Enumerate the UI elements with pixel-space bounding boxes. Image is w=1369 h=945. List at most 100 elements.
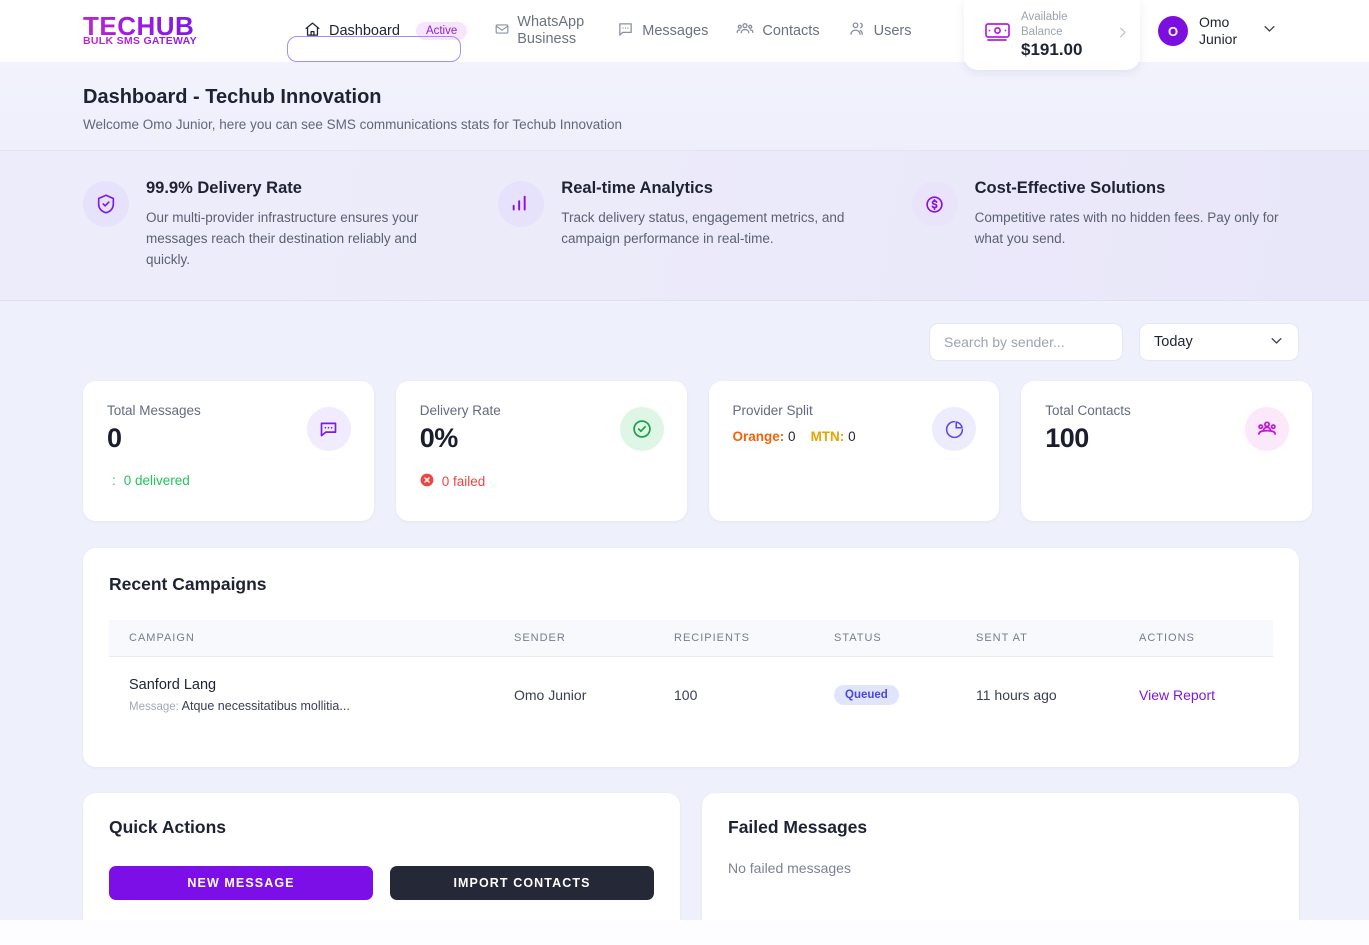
feature-title: Real-time Analytics bbox=[561, 179, 713, 197]
delivered-count: 0 delivered bbox=[123, 473, 190, 489]
nav-label-messages: Messages bbox=[642, 22, 709, 39]
available-balance-card[interactable]: Available Balance $191.00 bbox=[964, 0, 1140, 70]
nav-label-contacts: Contacts bbox=[762, 22, 820, 39]
footer-strip bbox=[0, 920, 1369, 945]
feature-title: Cost-Effective Solutions bbox=[974, 179, 1166, 197]
stat-card-total-messages: Total Messages 0 : 0 delivered bbox=[83, 381, 374, 522]
column-status: STATUS bbox=[814, 620, 956, 658]
date-range-value: Today bbox=[1154, 334, 1193, 351]
balance-texts: Available Balance $191.00 bbox=[1021, 10, 1106, 59]
group-icon bbox=[1245, 407, 1289, 452]
failed-messages-empty: No failed messages bbox=[728, 860, 851, 877]
nav-item-whatsapp-business[interactable]: WhatsApp Business bbox=[481, 0, 603, 62]
bar-chart-icon bbox=[498, 181, 545, 227]
cell-recipients: 100 bbox=[674, 687, 698, 704]
campaign-message: Message: Atque necessitatibus mollitia..… bbox=[129, 699, 494, 713]
column-actions: ACTIONS bbox=[1119, 620, 1273, 658]
stat-card-total-contacts: Total Contacts 100 bbox=[1021, 381, 1312, 522]
brand-tagline: BULK SMS GATEWAY bbox=[83, 35, 197, 47]
feature-realtime-analytics: Real-time Analytics Track delivery statu… bbox=[498, 179, 911, 249]
view-report-link[interactable]: View Report bbox=[1139, 687, 1215, 703]
column-recipients: RECIPIENTS bbox=[654, 620, 814, 658]
nav-item-users[interactable]: Users bbox=[834, 0, 926, 62]
user-menu[interactable]: O Omo Junior bbox=[1152, 6, 1287, 56]
nav-item-contacts[interactable]: Contacts bbox=[722, 0, 833, 62]
column-sent-at: SENT AT bbox=[956, 620, 1119, 658]
nav-item-messages[interactable]: Messages bbox=[603, 0, 722, 62]
feature-desc: Track delivery status, engagement metric… bbox=[561, 210, 845, 247]
nav-label-users: Users bbox=[873, 22, 912, 39]
balance-label: Available Balance bbox=[1021, 11, 1068, 38]
quick-actions-buttons: NEW MESSAGE IMPORT CONTACTS bbox=[109, 866, 654, 901]
delivered-glyph: : bbox=[112, 473, 116, 489]
quick-actions-card: Quick Actions NEW MESSAGE IMPORT CONTACT… bbox=[83, 793, 680, 920]
failed-messages-card: Failed Messages No failed messages bbox=[702, 793, 1299, 920]
cell-actions: View Report bbox=[1119, 657, 1273, 734]
failed-messages-title: Failed Messages bbox=[728, 817, 868, 838]
table-row[interactable]: Sanford Lang Message: Atque necessitatib… bbox=[109, 657, 1273, 734]
date-range-select[interactable]: Today bbox=[1139, 323, 1299, 362]
new-message-button[interactable]: NEW MESSAGE bbox=[109, 866, 373, 901]
cell-status: Queued bbox=[814, 657, 956, 734]
message-preview: Atque necessitatibus mollitia... bbox=[181, 699, 350, 714]
recent-campaigns-card: Recent Campaigns CAMPAIGN SENDER RECIPIE… bbox=[83, 548, 1299, 768]
active-tab-indicator bbox=[287, 36, 461, 62]
status-badge: Queued bbox=[834, 685, 899, 706]
cell-sender: Omo Junior bbox=[514, 687, 587, 704]
import-contacts-button[interactable]: IMPORT CONTACTS bbox=[390, 866, 654, 901]
provider-orange-value: 0 bbox=[788, 429, 796, 445]
search-input[interactable] bbox=[929, 323, 1123, 362]
chevron-down-icon bbox=[1269, 333, 1284, 352]
contacts-icon bbox=[736, 20, 754, 42]
avatar: O bbox=[1158, 16, 1188, 46]
campaigns-table: CAMPAIGN SENDER RECIPIENTS STATUS SENT A… bbox=[109, 620, 1273, 733]
page-title: Dashboard - Techub Innovation bbox=[83, 86, 382, 108]
cell-sent-at: 11 hours ago bbox=[976, 687, 1057, 704]
provider-mtn-label: MTN: bbox=[810, 429, 845, 445]
dollar-circle-icon bbox=[911, 181, 958, 227]
shield-check-icon bbox=[83, 181, 129, 227]
feature-title: 99.9% Delivery Rate bbox=[146, 179, 302, 197]
pie-chart-icon bbox=[932, 407, 977, 452]
recent-campaigns-title: Recent Campaigns bbox=[109, 574, 267, 595]
feature-desc: Competitive rates with no hidden fees. P… bbox=[974, 210, 1279, 247]
feature-delivery-rate: 99.9% Delivery Rate Our multi-provider i… bbox=[83, 179, 498, 270]
provider-orange-label: Orange: bbox=[732, 429, 785, 445]
stat-footer: 0 failed bbox=[420, 473, 486, 490]
stat-card-delivery-rate: Delivery Rate 0% 0 failed bbox=[395, 381, 687, 522]
nav-label-whatsapp-business: WhatsApp Business bbox=[517, 14, 585, 47]
stat-cards: Total Messages 0 : 0 delivered Delivery … bbox=[0, 361, 1369, 522]
stat-card-provider-split: Provider Split Orange: 0 MTN: 0 bbox=[708, 381, 1000, 522]
page-header: Dashboard - Techub Innovation Welcome Om… bbox=[0, 62, 1369, 151]
banknote-icon bbox=[984, 21, 1012, 50]
chevron-down-icon bbox=[1262, 21, 1277, 41]
chevron-right-icon bbox=[1115, 25, 1130, 45]
mail-icon bbox=[495, 22, 509, 40]
chat-icon bbox=[617, 21, 634, 42]
table-header-row: CAMPAIGN SENDER RECIPIENTS STATUS SENT A… bbox=[109, 620, 1273, 658]
message-bubble-icon bbox=[306, 407, 351, 452]
feature-desc: Our multi-provider infrastructure ensure… bbox=[146, 210, 419, 268]
check-circle-icon bbox=[619, 407, 664, 452]
brand-logo[interactable]: TECHUB BULK SMS GATEWAY bbox=[83, 13, 197, 47]
x-circle-icon bbox=[420, 473, 434, 490]
feature-cost-effective: Cost-Effective Solutions Competitive rat… bbox=[911, 179, 1309, 249]
provider-mtn-value: 0 bbox=[848, 429, 856, 445]
page-subtitle: Welcome Omo Junior, here you can see SMS… bbox=[83, 117, 623, 132]
failed-count: 0 failed bbox=[441, 474, 486, 490]
bottom-row: Quick Actions NEW MESSAGE IMPORT CONTACT… bbox=[0, 767, 1369, 920]
stat-footer: : 0 delivered bbox=[107, 473, 190, 488]
campaign-name: Sanford Lang bbox=[129, 677, 217, 694]
users-icon bbox=[848, 20, 866, 42]
quick-actions-title: Quick Actions bbox=[109, 817, 227, 838]
balance-amount: $191.00 bbox=[1021, 39, 1083, 59]
cell-campaign: Sanford Lang Message: Atque necessitatib… bbox=[109, 657, 494, 734]
top-navigation-bar: TECHUB BULK SMS GATEWAY Dashboard Active… bbox=[0, 0, 1369, 70]
feature-highlights: 99.9% Delivery Rate Our multi-provider i… bbox=[0, 151, 1369, 302]
column-sender: SENDER bbox=[494, 620, 654, 658]
column-campaign: CAMPAIGN bbox=[109, 620, 494, 658]
page-content: Dashboard - Techub Innovation Welcome Om… bbox=[0, 62, 1369, 920]
message-label: Message: bbox=[129, 701, 179, 714]
filter-controls: Today bbox=[0, 301, 1369, 362]
user-name: Omo Junior bbox=[1199, 14, 1238, 47]
